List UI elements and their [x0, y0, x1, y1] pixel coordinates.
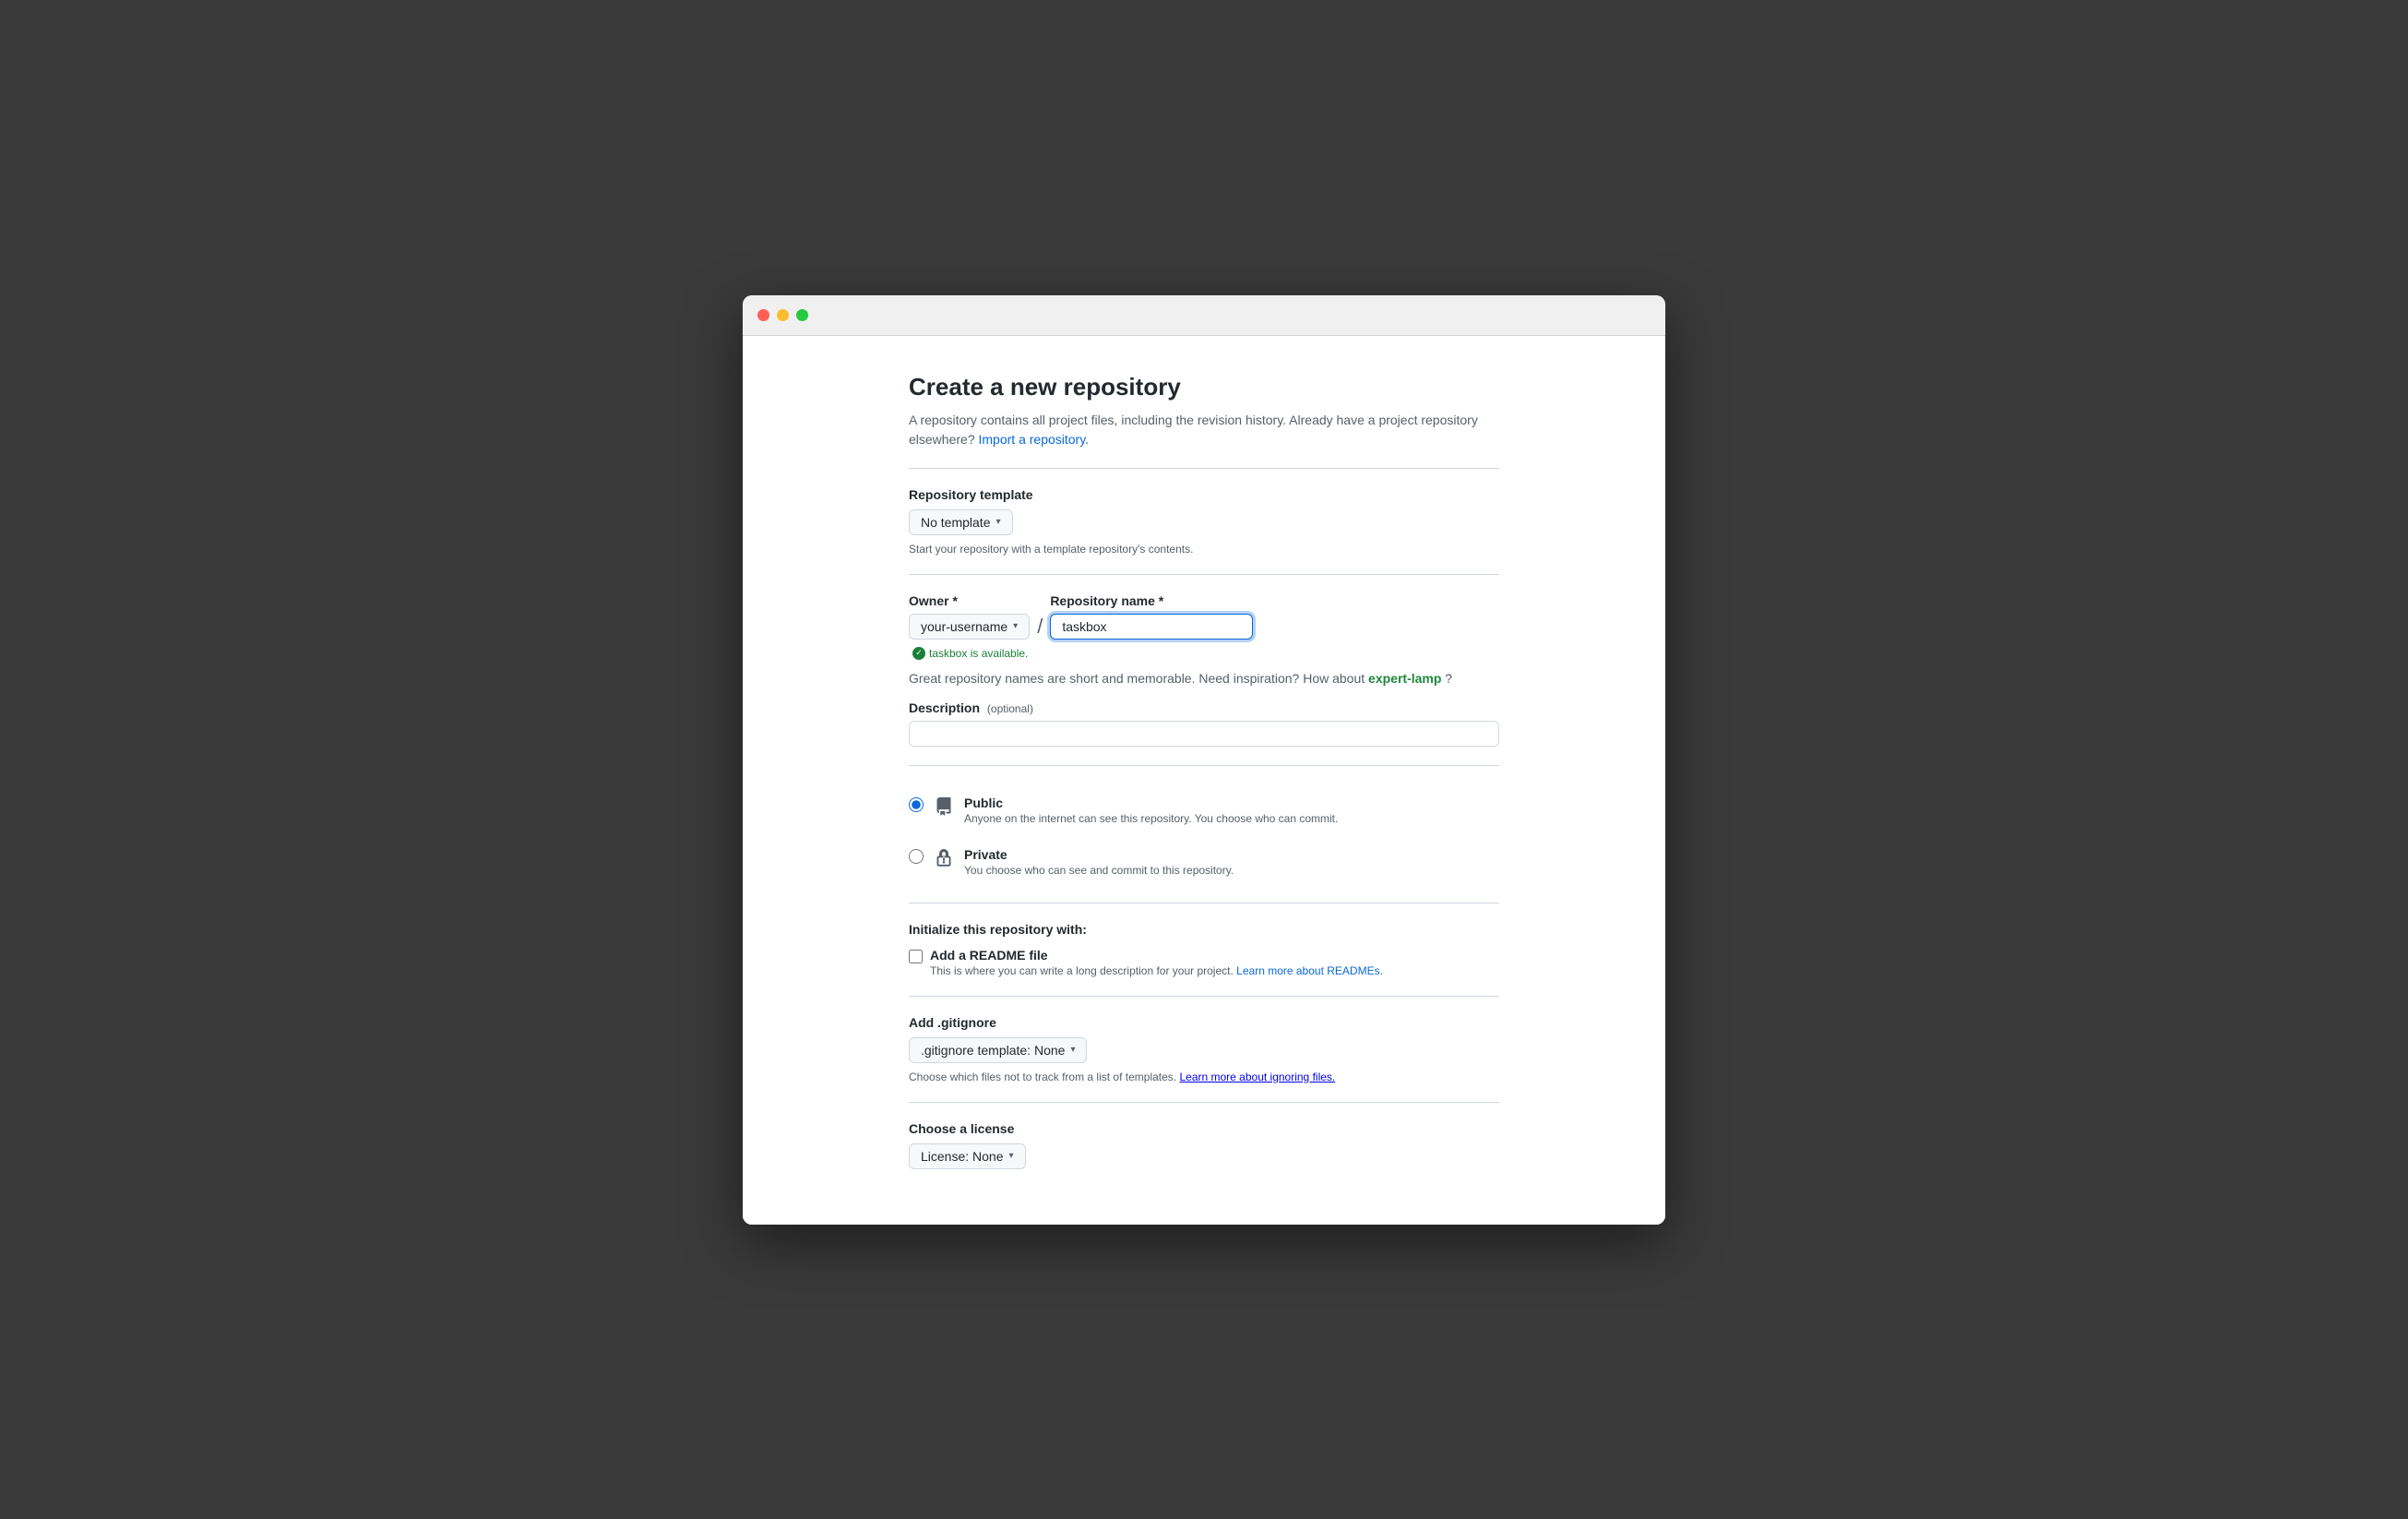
page-title: Create a new repository: [909, 373, 1499, 401]
description-input[interactable]: [909, 721, 1499, 747]
visibility-radio-group: Public Anyone on the internet can see th…: [909, 784, 1499, 888]
divider-6: [909, 1102, 1499, 1103]
import-repository-link[interactable]: Import a repository.: [979, 432, 1090, 447]
owner-repo-row: Owner * your-username ▾ / Repository nam…: [909, 593, 1499, 640]
owner-chevron-icon: ▾: [1013, 621, 1018, 631]
description-optional-text: (optional): [987, 702, 1033, 715]
readme-desc-text: This is where you can write a long descr…: [930, 964, 1234, 977]
maximize-button[interactable]: [796, 309, 808, 321]
private-option-content: Private You choose who can see and commi…: [964, 847, 1234, 877]
readme-checkbox-option: Add a README file This is where you can …: [909, 948, 1499, 977]
readme-option-content: Add a README file This is where you can …: [930, 948, 1383, 977]
inspiration-after: ?: [1445, 671, 1452, 686]
gitignore-dropdown[interactable]: .gitignore template: None ▾: [909, 1037, 1087, 1063]
readme-desc: This is where you can write a long descr…: [930, 964, 1383, 977]
availability-message: ✓ taskbox is available.: [912, 647, 1499, 660]
private-option-title: Private: [964, 847, 1234, 862]
public-option-desc: Anyone on the internet can see this repo…: [964, 812, 1338, 825]
license-dropdown[interactable]: License: None ▾: [909, 1143, 1026, 1169]
public-radio[interactable]: [909, 797, 924, 812]
public-option-content: Public Anyone on the internet can see th…: [964, 795, 1338, 825]
gitignore-learn-more-link[interactable]: Learn more about ignoring files.: [1179, 1070, 1335, 1083]
template-hint: Start your repository with a template re…: [909, 543, 1499, 556]
form-container: Create a new repository A repository con…: [909, 373, 1499, 1188]
description-label: Description (optional): [909, 700, 1499, 715]
private-option: Private You choose who can see and commi…: [909, 836, 1499, 888]
public-option-title: Public: [964, 795, 1338, 810]
public-option: Public Anyone on the internet can see th…: [909, 784, 1499, 836]
readme-label: Add a README file: [930, 948, 1383, 963]
license-chevron-icon: ▾: [1009, 1151, 1014, 1161]
inspiration-text: Great repository names are short and mem…: [909, 671, 1499, 686]
license-dropdown-value: License: None: [921, 1149, 1004, 1164]
availability-text: taskbox is available.: [929, 647, 1028, 660]
gitignore-hint-text: Choose which files not to track from a l…: [909, 1070, 1176, 1083]
gitignore-section: Add .gitignore .gitignore template: None…: [909, 1015, 1499, 1083]
readme-checkbox[interactable]: [909, 950, 923, 963]
inspiration-before: Great repository names are short and mem…: [909, 671, 1365, 686]
readme-learn-more-link[interactable]: Learn more about READMEs.: [1236, 964, 1383, 977]
repo-name-input[interactable]: [1050, 614, 1253, 640]
private-option-desc: You choose who can see and commit to thi…: [964, 864, 1234, 877]
template-dropdown[interactable]: No template ▾: [909, 509, 1013, 535]
browser-window: Create a new repository A repository con…: [743, 295, 1665, 1225]
page-content: Create a new repository A repository con…: [743, 336, 1665, 1225]
check-circle-icon: ✓: [912, 647, 925, 660]
init-section-title: Initialize this repository with:: [909, 922, 1499, 937]
template-section-label: Repository template: [909, 487, 1499, 502]
owner-label: Owner *: [909, 593, 1030, 608]
divider-3: [909, 765, 1499, 766]
license-section-title: Choose a license: [909, 1121, 1499, 1136]
slash-separator: /: [1037, 615, 1043, 639]
page-description: A repository contains all project files,…: [909, 411, 1499, 449]
minimize-button[interactable]: [777, 309, 789, 321]
gitignore-chevron-icon: ▾: [1070, 1045, 1075, 1055]
template-dropdown-value: No template: [921, 515, 990, 530]
init-section: Initialize this repository with: Add a R…: [909, 922, 1499, 977]
divider-2: [909, 574, 1499, 575]
license-section: Choose a license License: None ▾: [909, 1121, 1499, 1169]
template-section: Repository template No template ▾ Start …: [909, 487, 1499, 556]
owner-dropdown[interactable]: your-username ▾: [909, 614, 1030, 640]
repo-public-icon: [935, 797, 953, 816]
traffic-lights: [757, 309, 808, 321]
repo-name-label: Repository name *: [1050, 593, 1253, 608]
owner-column: Owner * your-username ▾: [909, 593, 1030, 640]
description-section: Description (optional): [909, 700, 1499, 747]
gitignore-section-title: Add .gitignore: [909, 1015, 1499, 1030]
titlebar: [743, 295, 1665, 336]
description-label-text: Description: [909, 700, 980, 715]
repo-name-column: Repository name *: [1050, 593, 1253, 640]
private-radio[interactable]: [909, 849, 924, 864]
divider-1: [909, 468, 1499, 469]
lock-icon: [935, 849, 953, 867]
divider-5: [909, 996, 1499, 997]
chevron-down-icon: ▾: [995, 517, 1000, 527]
owner-dropdown-value: your-username: [921, 619, 1007, 634]
close-button[interactable]: [757, 309, 769, 321]
gitignore-dropdown-value: .gitignore template: None: [921, 1043, 1065, 1058]
inspiration-link[interactable]: expert-lamp: [1368, 671, 1441, 686]
gitignore-hint: Choose which files not to track from a l…: [909, 1070, 1499, 1083]
